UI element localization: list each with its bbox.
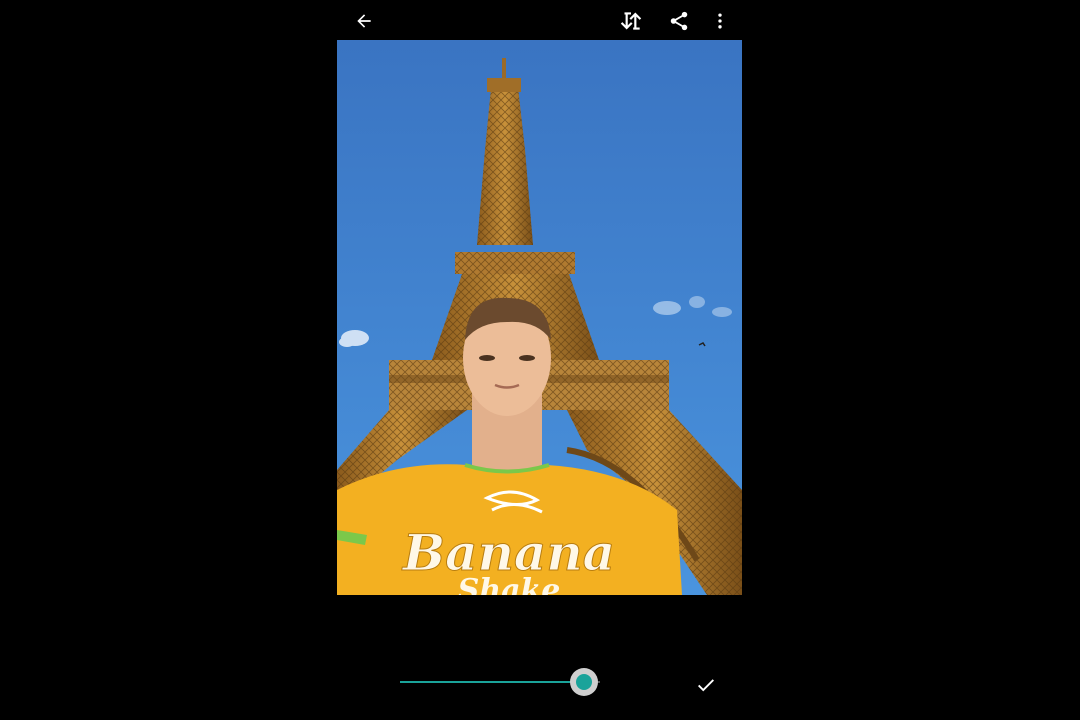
back-button[interactable]: [349, 6, 379, 36]
selfie-eiffel-tower-image: Banana Shake: [337, 40, 742, 595]
shirt-text-2: Shake: [458, 573, 561, 595]
adjustment-slider[interactable]: [400, 668, 600, 696]
photo-editor-screen: Banana Shake: [0, 0, 1080, 720]
check-icon: [698, 679, 714, 692]
compare-icon: [620, 12, 642, 30]
compare-button[interactable]: [616, 6, 646, 36]
share-icon: [670, 11, 688, 31]
share-button[interactable]: [664, 6, 694, 36]
top-toolbar: [337, 0, 742, 40]
more-options-button[interactable]: [705, 6, 735, 36]
more-vert-icon: [718, 13, 722, 29]
photo-preview: Banana Shake: [337, 40, 742, 595]
slider-thumb[interactable]: [570, 668, 598, 696]
slider-fill: [400, 681, 584, 683]
back-arrow-icon: [357, 14, 371, 28]
slider-thumb-core: [576, 674, 592, 690]
confirm-button[interactable]: [692, 671, 720, 699]
